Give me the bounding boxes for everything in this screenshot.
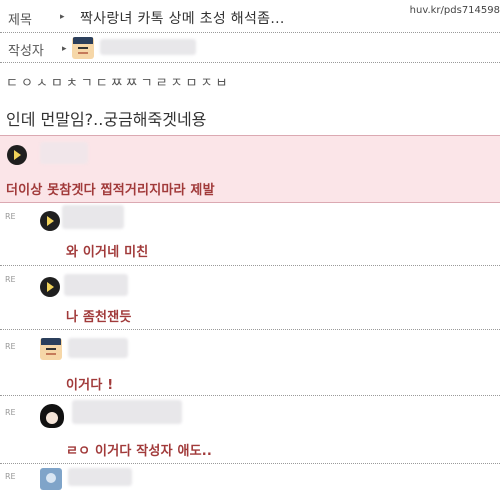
title-row: 제목 ▸ 짝사랑녀 카톡 상메 초성 해석좀... huv.kr/pds7145… (0, 0, 500, 33)
pacman-avatar-icon[interactable] (40, 211, 60, 231)
graduate-avatar-icon[interactable] (72, 37, 94, 59)
reply-item: RE (0, 464, 500, 490)
graduate-avatar-icon[interactable] (40, 338, 62, 360)
blurred-commenter-name[interactable] (68, 468, 132, 486)
post-body-line1: ㄷㅇㅅㅁㅊㄱㄷㅉㅉㄱㄹㅈㅁㅈㅂ (6, 76, 231, 91)
reply-text: 나 좀천잰듯 (66, 310, 132, 325)
reply-indicator: RE (5, 408, 16, 417)
post-body-line2: 인데 먼말임?..궁금해죽겟네용 (6, 110, 207, 129)
girl-avatar-icon[interactable] (40, 404, 64, 428)
source-watermark: huv.kr/pds714598 (409, 5, 500, 16)
reply-item: RE 나 좀천잰듯 (0, 266, 500, 330)
reply-indicator: RE (5, 275, 16, 284)
reply-text: 이거다 ! (66, 378, 114, 393)
reply-text: 와 이거네 미친 (66, 245, 149, 260)
reply-item: RE 이거다 ! (0, 330, 500, 396)
reply-indicator: RE (5, 472, 16, 481)
title-label: 제목 (8, 13, 32, 28)
blurred-commenter-name[interactable] (68, 338, 128, 358)
reply-indicator: RE (5, 342, 16, 351)
blurred-commenter-name[interactable] (72, 400, 182, 424)
blurred-author-name[interactable] (100, 39, 196, 55)
author-row: 작성자 ▸ (0, 33, 500, 63)
pacman-avatar-icon[interactable] (40, 277, 60, 297)
reply-indicator: RE (5, 212, 16, 221)
reply-text: ㄹㅇ 이거다 작성자 애도.. (66, 444, 213, 459)
highlighted-comment: 더이상 못참겟다 찝적거리지마라 제발 (0, 135, 500, 203)
author-label: 작성자 (8, 44, 44, 59)
arrow-right-icon: ▸ (60, 12, 65, 22)
blurred-commenter-name[interactable] (62, 205, 124, 229)
post-title: 짝사랑녀 카톡 상메 초성 해석좀... (80, 11, 285, 27)
arrow-right-icon: ▸ (62, 44, 67, 54)
reply-item: RE ㄹㅇ 이거다 작성자 애도.. (0, 396, 500, 464)
blurred-commenter-name[interactable] (40, 142, 88, 164)
blurred-commenter-name[interactable] (64, 274, 128, 296)
comment-text: 더이상 못참겟다 찝적거리지마라 제발 (6, 183, 215, 198)
reply-item: RE 와 이거네 미친 (0, 203, 500, 266)
pacman-avatar-icon[interactable] (7, 145, 27, 165)
